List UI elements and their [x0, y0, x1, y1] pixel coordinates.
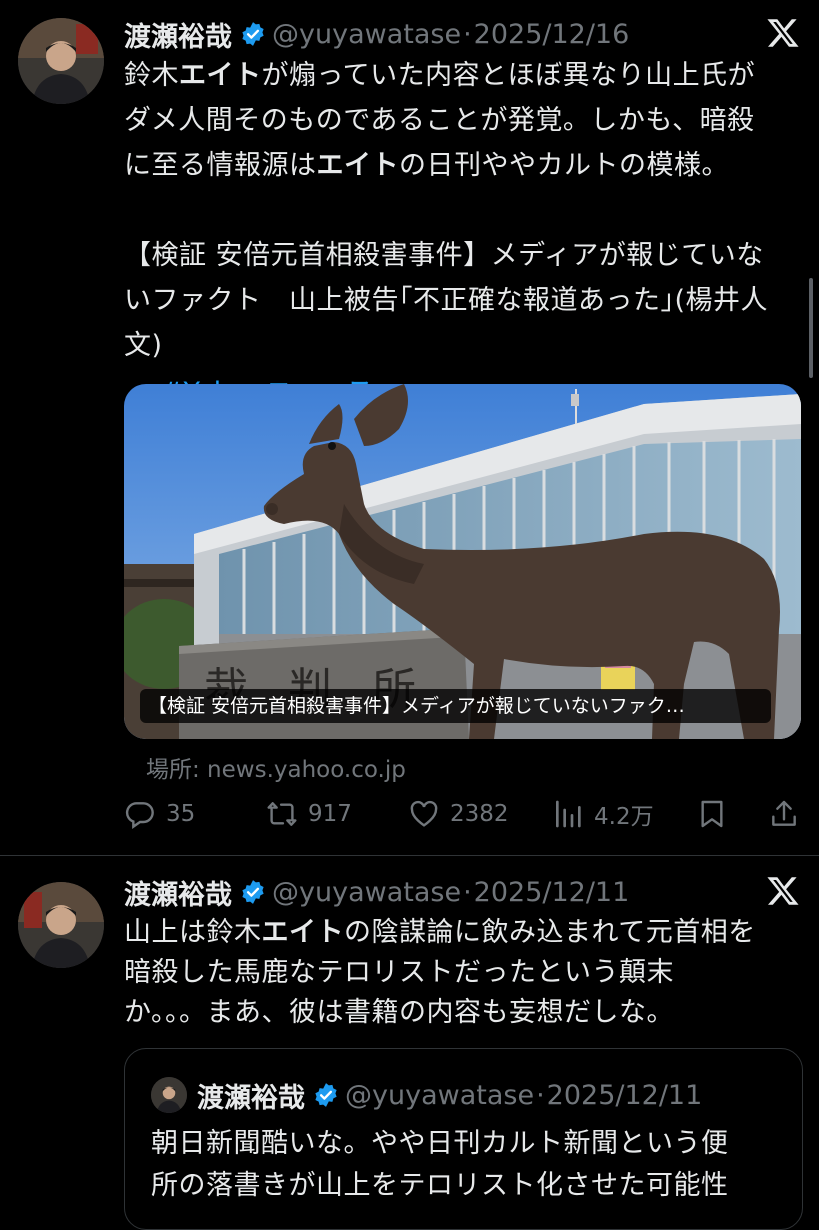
card-title: 【検証 安倍元首相殺害事件】メディアが報じていないファク…: [140, 689, 771, 723]
retweet-icon: [267, 802, 297, 826]
like-button[interactable]: 2382: [408, 794, 509, 834]
quoted-timestamp: 2025/12/11: [546, 1079, 703, 1111]
scrollbar[interactable]: [809, 278, 813, 378]
tweet-text: 山上は鈴木エイトの陰謀論に飲み込まれて元首相を 暗殺した馬鹿なテロリストだったと…: [124, 913, 794, 1033]
share-icon: [772, 800, 796, 826]
bold-text-segment: エイト: [261, 917, 344, 948]
avatar[interactable]: [18, 882, 104, 968]
bold-text-segment: エイト: [316, 150, 399, 181]
separator-dot: ·: [463, 876, 472, 908]
link-card[interactable]: 裁判所 【検証 安倍元首相殺害事件】メディアが報じていないファク…: [124, 384, 801, 739]
x-logo-icon: [767, 877, 799, 905]
verified-badge-icon: [315, 1083, 337, 1107]
separator-dot: ·: [536, 1079, 545, 1111]
quoted-header: 渡瀬裕哉 @yuyawatase · 2025/12/11: [197, 1075, 702, 1115]
display-name[interactable]: 渡瀬裕哉: [124, 15, 232, 54]
avatar[interactable]: [18, 18, 104, 104]
text-segment: 鈴木: [124, 60, 179, 91]
quoted-display-name: 渡瀬裕哉: [197, 1082, 305, 1114]
x-logo-icon: [767, 19, 799, 47]
quoted-avatar[interactable]: [151, 1077, 187, 1113]
retweet-count: 917: [308, 801, 352, 827]
timestamp[interactable]: 2025/12/16: [474, 19, 630, 50]
views-button[interactable]: 4.2万: [552, 794, 654, 834]
tweet-header: 渡瀬裕哉 @yuyawatase · 2025/12/16: [124, 14, 629, 54]
reply-button[interactable]: 35: [124, 794, 195, 834]
views-count: 4.2万: [594, 804, 654, 830]
bookmark-icon: [701, 800, 723, 828]
display-name[interactable]: 渡瀬裕哉: [124, 873, 232, 912]
timestamp[interactable]: 2025/12/11: [474, 877, 630, 908]
tweet-text: 鈴木エイトが煽っていた内容とほぼ異なり山上氏が ダメ人間そのものであることが発覚…: [124, 53, 794, 368]
verified-badge-icon: [242, 880, 264, 904]
action-bar: 35 917 2382 4.2万: [124, 794, 804, 834]
reply-count: 35: [166, 801, 196, 827]
share-button[interactable]: [768, 794, 810, 834]
card-source[interactable]: 場所: news.yahoo.co.jp: [146, 750, 406, 784]
quoted-tweet[interactable]: 渡瀬裕哉 @yuyawatase · 2025/12/11 朝日新聞酷いな。やや…: [124, 1048, 803, 1230]
handle[interactable]: @yuyawatase: [272, 877, 461, 908]
like-count: 2382: [450, 801, 509, 827]
bold-text-segment: エイト: [179, 60, 262, 91]
handle[interactable]: @yuyawatase: [272, 19, 461, 50]
heart-icon: [410, 800, 438, 827]
quoted-text: 朝日新聞酷いな。やや日刊カルト新聞という便 所の落書きが山上をテロリスト化させた…: [151, 1128, 729, 1201]
text-segment: 山上は鈴木: [124, 917, 262, 948]
retweet-button[interactable]: 917: [266, 794, 352, 834]
reply-icon: [125, 802, 154, 829]
verified-badge-icon: [242, 22, 264, 46]
views-icon: [556, 800, 581, 828]
bookmark-button[interactable]: [696, 794, 738, 834]
tweet-header: 渡瀬裕哉 @yuyawatase · 2025/12/11: [124, 872, 629, 912]
card-image: 裁判所: [124, 384, 801, 739]
quoted-handle: @yuyawatase: [345, 1079, 535, 1111]
separator-dot: ·: [463, 18, 472, 50]
tweet-1[interactable]: 渡瀬裕哉 @yuyawatase · 2025/12/16 鈴木エイトが煽ってい…: [0, 0, 819, 855]
